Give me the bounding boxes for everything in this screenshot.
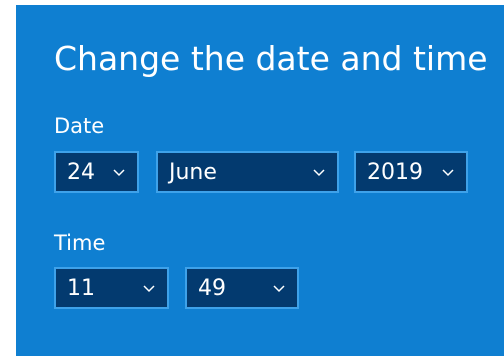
year-dropdown[interactable]: 2019 xyxy=(354,151,468,193)
hour-dropdown[interactable]: 11 xyxy=(54,267,169,309)
chevron-down-icon xyxy=(143,285,155,293)
chevron-down-icon xyxy=(442,169,454,177)
chevron-down-icon xyxy=(113,169,125,177)
day-dropdown[interactable]: 24 xyxy=(54,151,139,193)
date-label: Date xyxy=(54,114,105,138)
chevron-down-icon xyxy=(273,285,285,293)
day-value: 24 xyxy=(67,160,95,185)
minute-dropdown[interactable]: 49 xyxy=(185,267,299,309)
year-value: 2019 xyxy=(367,160,423,185)
hour-value: 11 xyxy=(67,276,95,301)
time-label: Time xyxy=(54,231,106,255)
minute-value: 49 xyxy=(198,276,226,301)
date-time-panel: Change the date and time Date 24 June 20… xyxy=(16,5,504,356)
month-value: June xyxy=(169,160,217,185)
dialog-title: Change the date and time xyxy=(54,39,488,78)
month-dropdown[interactable]: June xyxy=(156,151,339,193)
chevron-down-icon xyxy=(313,169,325,177)
